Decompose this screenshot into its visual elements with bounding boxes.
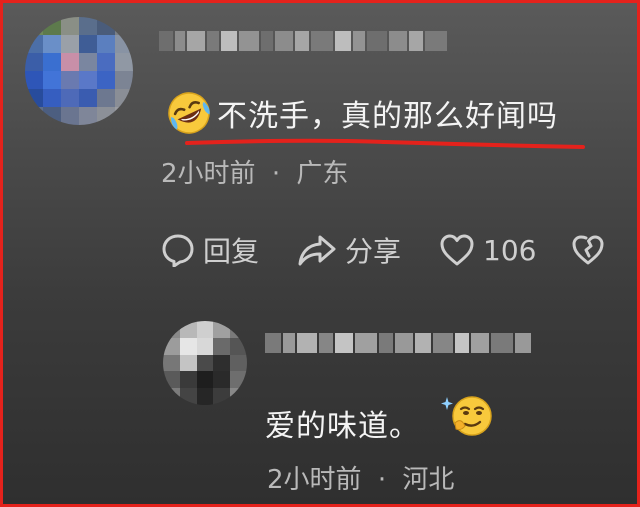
comment-action-bar: 回复 分享 106	[161, 229, 611, 271]
reply-comment-text: 爱的味道。	[265, 409, 420, 444]
username-blurred[interactable]	[159, 31, 447, 51]
reply-avatar[interactable]	[163, 321, 247, 405]
share-label: 分享	[345, 235, 402, 268]
like-button[interactable]: 106	[439, 229, 536, 271]
reply-meta: 2小时前 · 河北	[267, 459, 454, 496]
dislike-button[interactable]	[571, 229, 605, 271]
meta-separator: ·	[377, 465, 387, 495]
highlight-underline	[185, 138, 585, 149]
reply-location: 河北	[402, 465, 455, 495]
share-button[interactable]: 分享	[297, 229, 401, 271]
comment-text: 不洗手，真的那么好闻吗	[217, 99, 558, 134]
broken-heart-icon	[572, 235, 604, 265]
smirk-sparkle-emoji	[441, 396, 492, 436]
heart-icon	[440, 234, 474, 266]
reply-time: 2小时前	[267, 465, 362, 495]
meta-separator: ·	[271, 159, 281, 189]
comment-bubble-icon	[162, 234, 194, 267]
comment-meta: 2小时前 · 广东	[161, 153, 348, 190]
comment-time: 2小时前	[161, 159, 256, 189]
reply-username-blurred[interactable]	[265, 333, 531, 353]
comment-location: 广东	[296, 159, 349, 189]
screenshot-frame: 不洗手，真的那么好闻吗 2小时前 · 广东 回复 分享 106 爱的味道。 2小…	[0, 0, 640, 507]
rolling-laughing-emoji	[168, 92, 210, 134]
reply-button[interactable]: 回复	[161, 229, 259, 271]
share-arrow-icon	[298, 235, 336, 266]
reply-label: 回复	[203, 235, 260, 268]
like-count: 106	[483, 233, 537, 267]
avatar[interactable]	[25, 17, 133, 125]
